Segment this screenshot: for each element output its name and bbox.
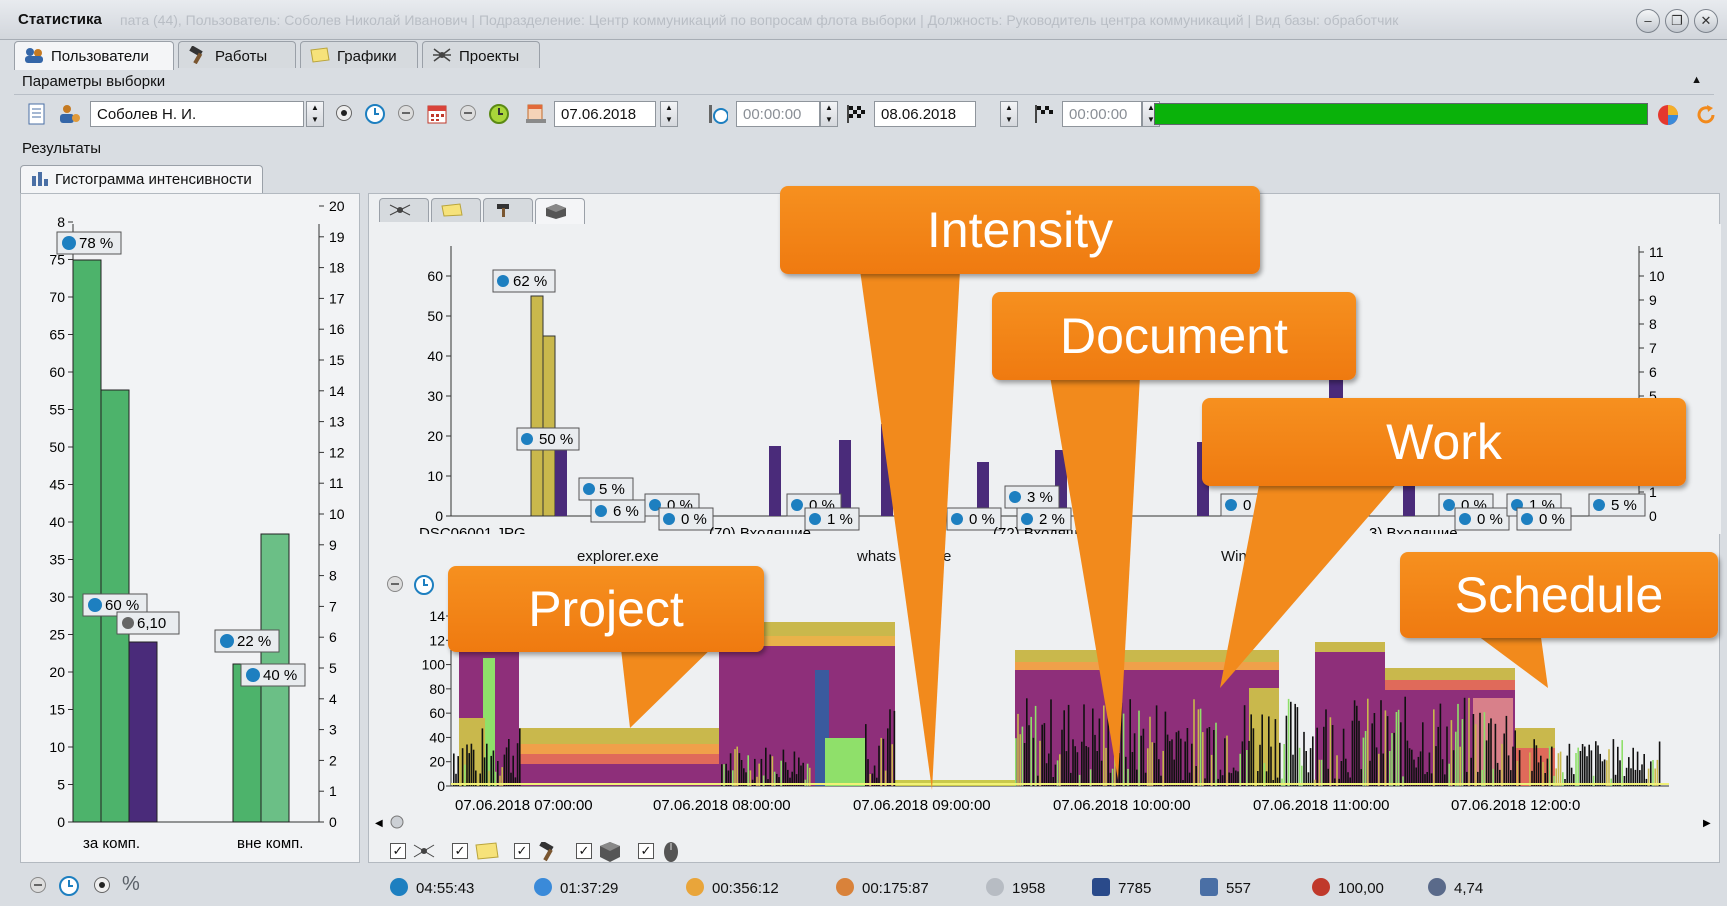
callout-intensity: Intensity (780, 186, 1260, 274)
callout-document: Document (992, 292, 1356, 380)
callout-schedule: Schedule (1400, 552, 1718, 638)
callout-project: Project (448, 566, 764, 652)
callout-work: Work (1202, 398, 1686, 486)
